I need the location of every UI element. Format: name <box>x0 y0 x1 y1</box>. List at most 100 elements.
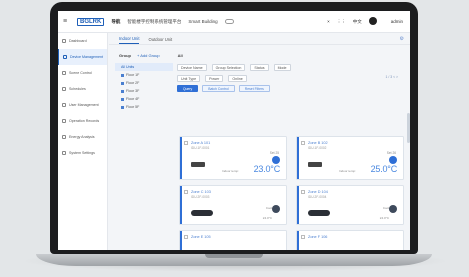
nav-item-platform[interactable]: 智能楼宇控制系统管理平台 <box>127 19 181 25</box>
menu-icon[interactable]: ≡ <box>63 18 73 25</box>
close-icon[interactable]: × <box>327 19 330 24</box>
device-name: Zone A 101 <box>191 141 211 145</box>
filter-row: Unit Type Power Online <box>177 74 407 83</box>
sidebar-item-users[interactable]: User Management <box>58 97 107 113</box>
avatar[interactable] <box>368 17 384 26</box>
set-temp: 24.0°C <box>262 216 272 220</box>
device-card[interactable]: Zone B 102 IDU-1F-0002 Set 26 Indoor tem… <box>296 136 404 180</box>
filter-buttons: Query Batch Control Reset Filters <box>177 85 407 93</box>
group-bar: Group + Add Group All <box>109 49 410 61</box>
sidebar-item-devices[interactable]: Device Management <box>58 49 107 65</box>
language-selector[interactable]: 中文 <box>353 19 362 25</box>
settings-icon[interactable]: ⚙ <box>400 36 404 44</box>
ac-unit-icon <box>308 210 330 216</box>
power-select[interactable]: Power <box>205 75 224 82</box>
card-accent <box>297 231 299 250</box>
tree-item[interactable]: Floor 3F <box>115 87 173 95</box>
device-id: IDU-2F-0003 <box>191 195 210 199</box>
set-temp: Set 25 <box>269 151 279 155</box>
user-icon <box>62 103 66 107</box>
tab-bar: Indoor Unit Outdoor Unit ⚙ <box>109 33 410 45</box>
card-checkbox[interactable] <box>301 190 305 194</box>
folder-icon <box>121 81 124 85</box>
brand-logo[interactable]: BGLRK <box>77 17 105 26</box>
device-id: IDU-2F-0004 <box>308 195 327 199</box>
tree-item[interactable]: Floor 2F <box>115 79 173 87</box>
device-card[interactable]: Zone E 105 <box>179 230 287 250</box>
tab-indoor-unit[interactable]: Indoor Unit <box>119 36 140 44</box>
device-name-select[interactable]: Device Name <box>177 64 207 71</box>
filter-row: Device Name Group Selection Status Mode <box>177 63 407 72</box>
folder-icon <box>121 97 124 101</box>
card-checkbox[interactable] <box>184 141 188 145</box>
tree-item[interactable]: Floor 1F <box>115 71 173 79</box>
list-icon <box>62 119 66 123</box>
tree-item[interactable]: Floor 4F <box>115 95 173 103</box>
grid-icon[interactable]: ⋮⋮ <box>337 19 346 25</box>
folder-icon <box>121 89 124 93</box>
reset-button[interactable]: Reset Filters <box>238 85 270 92</box>
group-select[interactable]: Group Selection <box>211 64 246 71</box>
tree-item[interactable]: Floor 5F <box>115 103 173 111</box>
card-accent <box>180 186 182 224</box>
device-name: Zone B 102 <box>308 141 328 145</box>
indoor-temp: 25.0°C <box>370 164 398 174</box>
laptop-notch <box>205 254 263 258</box>
power-icon[interactable] <box>272 205 280 213</box>
ac-unit-icon <box>308 162 322 167</box>
sidebar-item-dashboard[interactable]: Dashboard <box>58 33 107 49</box>
laptop-screen: ≡ BGLRK 导航 智能楼宇控制系统管理平台 Smart Building ×… <box>58 11 410 250</box>
set-temp: 24.0°C <box>379 216 389 220</box>
temp-label: Indoor temp: <box>339 169 356 173</box>
device-card[interactable]: Zone F 106 <box>296 230 404 250</box>
query-button[interactable]: Query <box>177 85 199 92</box>
nav-item-project[interactable]: Smart Building <box>188 19 217 24</box>
indoor-temp: 23.0°C <box>253 164 281 174</box>
filter-panel: Device Name Group Selection Status Mode … <box>177 63 407 93</box>
add-group-button[interactable]: + Add Group <box>137 53 160 58</box>
toggle-switch-icon[interactable] <box>224 18 234 25</box>
batch-control-button[interactable]: Batch Control <box>202 85 235 92</box>
card-checkbox[interactable] <box>301 141 305 145</box>
status-select[interactable]: Status <box>250 64 269 71</box>
gear-icon <box>62 151 66 155</box>
nav-item-home[interactable]: 导航 <box>111 19 120 25</box>
card-accent <box>297 186 299 224</box>
card-accent <box>297 137 299 179</box>
top-bar: ≡ BGLRK 导航 智能楼宇控制系统管理平台 Smart Building ×… <box>58 11 410 33</box>
power-icon[interactable] <box>389 156 397 164</box>
folder-icon <box>121 73 124 77</box>
group-title: Group <box>119 52 131 58</box>
card-accent <box>180 231 182 250</box>
unit-type-select[interactable]: Unit Type <box>177 75 201 82</box>
card-checkbox[interactable] <box>301 235 305 239</box>
device-name: Zone E 105 <box>191 235 211 239</box>
group-tree: All Units Floor 1F Floor 2F Floor 3F Flo… <box>115 63 173 111</box>
pagination[interactable]: 1 / 3 < > <box>386 75 398 79</box>
tab-outdoor-unit[interactable]: Outdoor Unit <box>148 37 172 44</box>
sidebar-item-energy[interactable]: Energy Analysis <box>58 129 107 145</box>
sidebar-item-scenes[interactable]: Scene Control <box>58 65 107 81</box>
online-select[interactable]: Online <box>228 75 247 82</box>
device-card[interactable]: Zone D 104 IDU-2F-0004 Cool 24.0°C <box>296 185 404 225</box>
power-icon[interactable] <box>389 205 397 213</box>
username[interactable]: admin <box>391 19 403 24</box>
device-icon <box>63 55 67 59</box>
main-content: Indoor Unit Outdoor Unit ⚙ Group + Add G… <box>109 33 410 250</box>
device-name: Zone F 106 <box>308 235 328 239</box>
card-checkbox[interactable] <box>184 190 188 194</box>
sidebar-item-schedules[interactable]: Schedules <box>58 81 107 97</box>
device-name: Zone D 104 <box>308 190 328 194</box>
tree-item[interactable]: All Units <box>115 63 173 71</box>
card-checkbox[interactable] <box>184 235 188 239</box>
mode-select[interactable]: Mode <box>273 64 291 71</box>
sidebar-item-settings[interactable]: System Settings <box>58 145 107 161</box>
clock-icon <box>62 87 66 91</box>
power-icon[interactable] <box>272 156 280 164</box>
topbar-right: × ⋮⋮ 中文 admin <box>327 17 410 26</box>
sidebar-item-records[interactable]: Operation Records <box>58 113 107 129</box>
device-card[interactable]: Zone A 101 IDU-1F-0001 Set 25 Indoor tem… <box>179 136 287 180</box>
ac-unit-icon <box>191 210 213 216</box>
scrollbar[interactable] <box>407 113 410 143</box>
device-card[interactable]: Zone C 103 IDU-2F-0003 Cool 24.0°C <box>179 185 287 225</box>
